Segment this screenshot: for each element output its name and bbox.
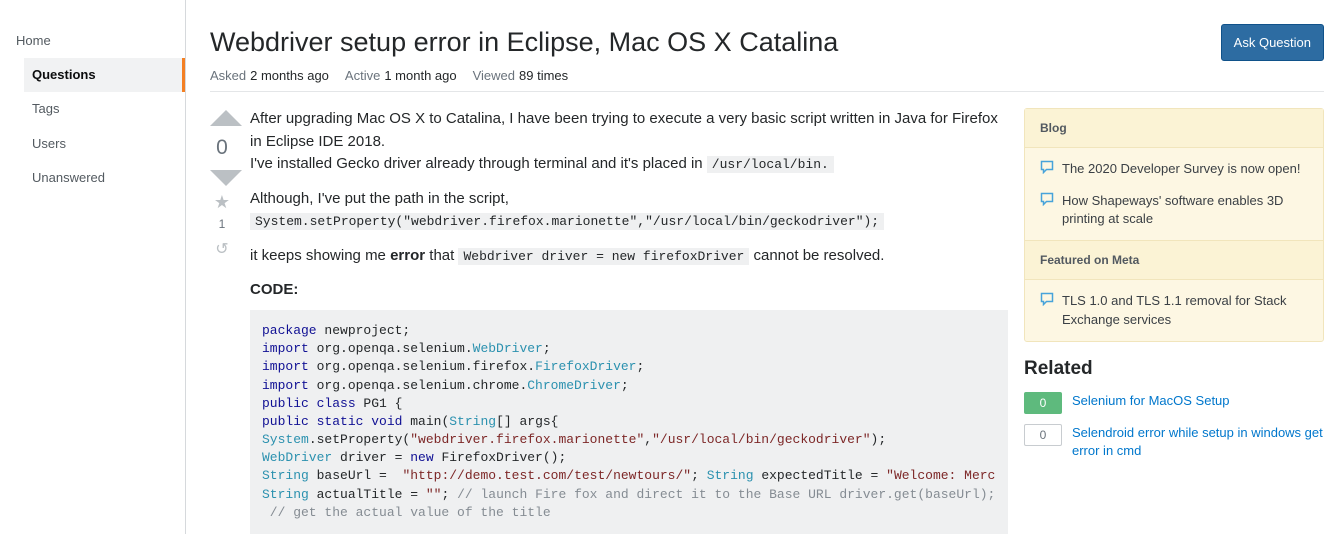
post-p2a: I've installed Gecko driver already thro… bbox=[250, 155, 707, 172]
active-value: 1 month ago bbox=[384, 68, 456, 83]
viewed-value: 89 times bbox=[519, 68, 568, 83]
nav-tags[interactable]: Tags bbox=[24, 92, 185, 126]
related-item: 0 Selendroid error while setup in window… bbox=[1024, 424, 1324, 460]
inline-code-path: /usr/local/bin. bbox=[707, 156, 834, 173]
favorite-star-icon[interactable]: ★ bbox=[210, 188, 234, 213]
post-body: After upgrading Mac OS X to Catalina, I … bbox=[250, 108, 1008, 534]
speech-bubble-icon bbox=[1040, 192, 1054, 228]
left-sidebar: Home Questions Tags Users Unanswered bbox=[0, 0, 186, 534]
viewed-label: Viewed bbox=[473, 68, 515, 83]
post-error-word: error bbox=[390, 247, 425, 264]
speech-bubble-icon bbox=[1040, 160, 1054, 180]
meta-item[interactable]: TLS 1.0 and TLS 1.1 removal for Stack Ex… bbox=[1025, 280, 1323, 340]
nav-users[interactable]: Users bbox=[24, 127, 185, 161]
right-sidebar: Blog The 2020 Developer Survey is now op… bbox=[1024, 108, 1324, 534]
related-count: 0 bbox=[1024, 392, 1062, 414]
nav-unanswered[interactable]: Unanswered bbox=[24, 161, 185, 195]
post-p4a: it keeps showing me bbox=[250, 247, 390, 264]
post-p4c: that bbox=[425, 247, 458, 264]
meta-header: Featured on Meta bbox=[1025, 240, 1323, 280]
question-meta: Asked 2 months ago Active 1 month ago View… bbox=[210, 68, 1324, 92]
community-bulletin: Blog The 2020 Developer Survey is now op… bbox=[1024, 108, 1324, 341]
downvote-button[interactable] bbox=[210, 170, 242, 186]
code-heading: CODE: bbox=[250, 279, 1008, 302]
post-p3: Although, I've put the path in the scrip… bbox=[250, 190, 509, 207]
blog-item[interactable]: The 2020 Developer Survey is now open! bbox=[1025, 148, 1323, 192]
favorite-count: 1 bbox=[210, 213, 234, 239]
related-item: 0 Selenium for MacOS Setup bbox=[1024, 392, 1324, 414]
question-title: Webdriver setup error in Eclipse, Mac OS… bbox=[210, 24, 838, 60]
nav-home[interactable]: Home bbox=[8, 24, 185, 58]
vote-column: 0 ★ 1 ↺ bbox=[210, 108, 250, 534]
inline-code-driver: Webdriver driver = new firefoxDriver bbox=[458, 248, 749, 265]
related-link[interactable]: Selendroid error while setup in windows … bbox=[1072, 424, 1324, 460]
related-count: 0 bbox=[1024, 424, 1062, 446]
post-p1: After upgrading Mac OS X to Catalina, I … bbox=[250, 110, 998, 150]
code-block: package newproject; import org.openqa.se… bbox=[250, 310, 1008, 534]
blog-item[interactable]: How Shapeways' software enables 3D print… bbox=[1025, 192, 1323, 240]
nav-questions[interactable]: Questions bbox=[24, 58, 185, 92]
related-link[interactable]: Selenium for MacOS Setup bbox=[1072, 392, 1230, 410]
asked-value: 2 months ago bbox=[250, 68, 329, 83]
related-header: Related bbox=[1024, 358, 1324, 380]
meta-link: TLS 1.0 and TLS 1.1 removal for Stack Ex… bbox=[1062, 292, 1308, 328]
inline-code-setprop: System.setProperty("webdriver.firefox.ma… bbox=[250, 213, 884, 230]
ask-question-button[interactable]: Ask Question bbox=[1221, 24, 1324, 61]
speech-bubble-icon bbox=[1040, 292, 1054, 328]
blog-header: Blog bbox=[1025, 109, 1323, 148]
history-icon[interactable]: ↺ bbox=[210, 239, 234, 259]
post-p4d: cannot be resolved. bbox=[749, 247, 884, 264]
blog-link: The 2020 Developer Survey is now open! bbox=[1062, 160, 1300, 180]
asked-label: Asked bbox=[210, 68, 246, 83]
upvote-button[interactable] bbox=[210, 110, 242, 126]
blog-link: How Shapeways' software enables 3D print… bbox=[1062, 192, 1308, 228]
active-label: Active bbox=[345, 68, 380, 83]
vote-count: 0 bbox=[210, 128, 234, 168]
